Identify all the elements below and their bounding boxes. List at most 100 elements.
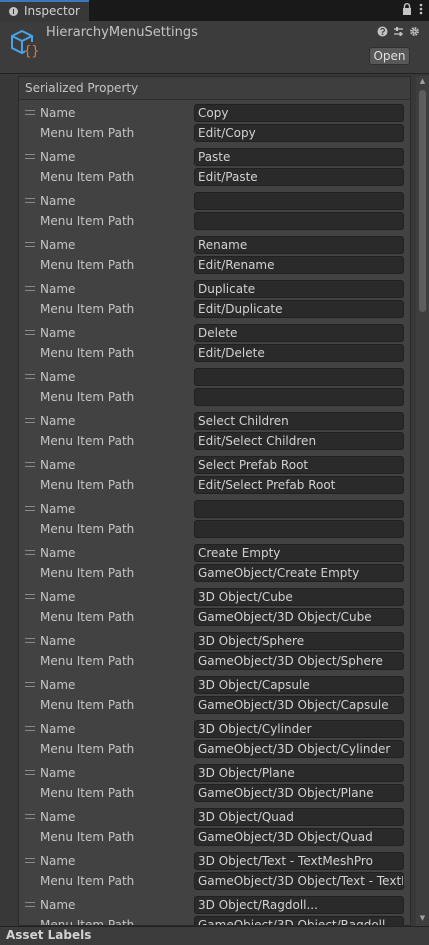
panel-header[interactable]: Serialized Property	[19, 77, 410, 100]
kebab-menu-icon[interactable]	[415, 3, 427, 17]
property-row: Name Select Children	[19, 411, 410, 431]
scroll-up-arrow-icon[interactable]: ▲	[418, 77, 427, 86]
property-row: Menu Item Path Edit/Select Children	[19, 431, 410, 451]
name-field[interactable]: Copy	[194, 104, 404, 122]
property-row: Name 3D Object/Text - TextMeshPro	[19, 851, 410, 871]
menu-item-path-label: Menu Item Path	[40, 698, 135, 712]
scroll-thumb[interactable]	[419, 90, 426, 312]
drag-handle-icon[interactable]	[25, 594, 35, 599]
name-field[interactable]: Delete	[194, 324, 404, 342]
menu-item-path-field[interactable]: GameObject/3D Object/Quad	[194, 828, 404, 846]
vertical-scrollbar[interactable]: ▲ ▼	[416, 76, 429, 926]
drag-handle-icon[interactable]	[25, 550, 35, 555]
name-field[interactable]: 3D Object/Text - TextMeshPro	[194, 852, 404, 870]
menu-item-path-field[interactable]: GameObject/3D Object/Capsule	[194, 696, 404, 714]
name-field[interactable]	[194, 192, 404, 210]
lock-icon[interactable]	[401, 3, 413, 17]
menu-item-path-field[interactable]: Edit/Copy	[194, 124, 404, 142]
drag-handle-icon[interactable]	[25, 286, 35, 291]
menu-item-path-field[interactable]: Edit/Select Children	[194, 432, 404, 450]
property-row: Name 3D Object/Cube	[19, 587, 410, 607]
menu-item-path-field[interactable]: GameObject/3D Object/Ragdoll...	[194, 916, 404, 925]
drag-handle-icon[interactable]	[25, 506, 35, 511]
drag-handle-icon[interactable]	[25, 154, 35, 159]
menu-item-path-field[interactable]: Edit/Rename	[194, 256, 404, 274]
property-row: Name	[19, 367, 410, 387]
object-title: HierarchyMenuSettings	[46, 25, 198, 40]
open-button[interactable]: Open	[369, 47, 410, 65]
name-field[interactable]: 3D Object/Cylinder	[194, 720, 404, 738]
menu-item-path-field[interactable]: Edit/Duplicate	[194, 300, 404, 318]
drag-handle-icon[interactable]	[25, 638, 35, 643]
drag-handle-icon[interactable]	[25, 462, 35, 467]
menu-item-path-field[interactable]: Edit/Paste	[194, 168, 404, 186]
tab-label: Inspector	[24, 4, 80, 18]
property-row: Menu Item Path GameObject/3D Object/Text …	[19, 871, 410, 891]
menu-item-path-field[interactable]: Edit/Delete	[194, 344, 404, 362]
preset-icon[interactable]	[391, 26, 405, 40]
name-field[interactable]: Create Empty	[194, 544, 404, 562]
property-row: Menu Item Path GameObject/3D Object/Cylin…	[19, 739, 410, 759]
property-row: Name 3D Object/Plane	[19, 763, 410, 783]
drag-handle-icon[interactable]	[25, 242, 35, 247]
name-label: Name	[40, 502, 76, 516]
drag-handle-icon[interactable]	[25, 110, 35, 115]
menu-item-path-field[interactable]: GameObject/3D Object/Plane	[194, 784, 404, 802]
drag-handle-icon[interactable]	[25, 198, 35, 203]
menu-item-path-label: Menu Item Path	[40, 478, 135, 492]
name-label: Name	[40, 854, 76, 868]
name-field[interactable]: 3D Object/Ragdoll...	[194, 896, 404, 914]
name-field[interactable]: Duplicate	[194, 280, 404, 298]
drag-handle-icon[interactable]	[25, 814, 35, 819]
scroll-down-arrow-icon[interactable]: ▼	[418, 914, 427, 923]
menu-item-path-label: Menu Item Path	[40, 742, 135, 756]
menu-item-path-field[interactable]	[194, 520, 404, 538]
drag-handle-icon[interactable]	[25, 858, 35, 863]
name-field[interactable]: 3D Object/Sphere	[194, 632, 404, 650]
property-row: Menu Item Path	[19, 519, 410, 539]
name-field[interactable]	[194, 500, 404, 518]
name-field[interactable]: 3D Object/Cube	[194, 588, 404, 606]
drag-handle-icon[interactable]	[25, 902, 35, 907]
drag-handle-icon[interactable]	[25, 374, 35, 379]
menu-item-path-label: Menu Item Path	[40, 566, 135, 580]
name-label: Name	[40, 106, 76, 120]
property-row: Menu Item Path Edit/Delete	[19, 343, 410, 363]
header-icons	[375, 26, 423, 40]
property-row: Menu Item Path	[19, 211, 410, 231]
drag-handle-icon[interactable]	[25, 726, 35, 731]
property-row: Name	[19, 499, 410, 519]
name-field[interactable]: Rename	[194, 236, 404, 254]
name-field[interactable]: 3D Object/Capsule	[194, 676, 404, 694]
menu-item-path-field[interactable]: GameObject/3D Object/Text - TextMeshPro	[194, 872, 404, 890]
menu-item-path-field[interactable]	[194, 388, 404, 406]
menu-item-path-field[interactable]	[194, 212, 404, 230]
inspector-header: {} HierarchyMenuSettings Open	[0, 21, 429, 74]
property-row: Name 3D Object/Quad	[19, 807, 410, 827]
name-field[interactable]: Select Children	[194, 412, 404, 430]
tab-inspector[interactable]: Inspector	[0, 0, 89, 21]
name-field[interactable]: 3D Object/Quad	[194, 808, 404, 826]
property-row: Name Rename	[19, 235, 410, 255]
drag-handle-icon[interactable]	[25, 682, 35, 687]
name-field[interactable]: Paste	[194, 148, 404, 166]
name-field[interactable]: 3D Object/Plane	[194, 764, 404, 782]
name-label: Name	[40, 810, 76, 824]
menu-item-path-field[interactable]: GameObject/3D Object/Sphere	[194, 652, 404, 670]
help-icon[interactable]	[375, 26, 389, 40]
property-row: Name Paste	[19, 147, 410, 167]
drag-handle-icon[interactable]	[25, 770, 35, 775]
name-label: Name	[40, 282, 76, 296]
menu-item-path-field[interactable]: GameObject/Create Empty	[194, 564, 404, 582]
drag-handle-icon[interactable]	[25, 418, 35, 423]
asset-labels-bar[interactable]: Asset Labels	[0, 926, 429, 945]
gear-icon[interactable]	[407, 26, 421, 40]
name-field[interactable]: Select Prefab Root	[194, 456, 404, 474]
drag-handle-icon[interactable]	[25, 330, 35, 335]
svg-text:{}: {}	[24, 44, 40, 59]
menu-item-path-field[interactable]: Edit/Select Prefab Root	[194, 476, 404, 494]
name-field[interactable]	[194, 368, 404, 386]
menu-item-path-label: Menu Item Path	[40, 654, 135, 668]
menu-item-path-field[interactable]: GameObject/3D Object/Cube	[194, 608, 404, 626]
menu-item-path-field[interactable]: GameObject/3D Object/Cylinder	[194, 740, 404, 758]
